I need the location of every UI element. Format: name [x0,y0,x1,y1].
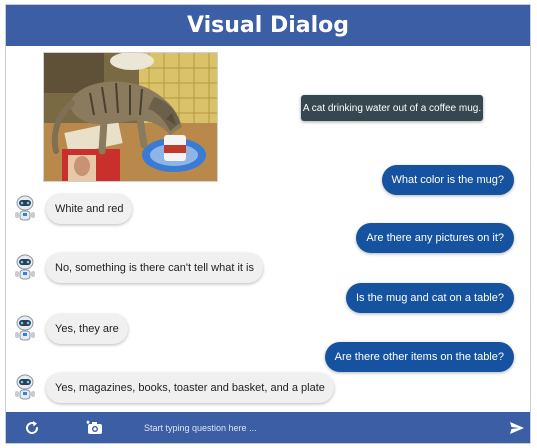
send-icon[interactable] [508,419,526,437]
question-text: Are there other items on the table? [334,351,504,363]
answer-text: Yes, magazines, books, toaster and baske… [55,382,325,394]
dialog-image [43,52,218,182]
camera-plus-icon[interactable] [86,419,104,437]
question-text: Are there any pictures on it? [366,232,504,244]
robot-icon [15,374,35,400]
answer-text: White and red [55,203,124,215]
answer-bubble: Yes, magazines, books, toaster and baske… [46,373,334,403]
caption-text: A cat drinking water out of a coffee mug… [302,102,482,114]
question-text: Is the mug and cat on a table? [356,292,504,304]
question-input[interactable] [144,418,484,438]
answer-text: No, something is there can't tell what i… [55,262,254,274]
image-caption: A cat drinking water out of a coffee mug… [301,95,483,121]
robot-icon [15,254,35,280]
question-bubble: Is the mug and cat on a table? [346,283,514,313]
question-bubble: Are there other items on the table? [324,342,514,372]
refresh-icon[interactable] [23,419,41,437]
answer-text: Yes, they are [55,323,119,335]
answer-bubble: No, something is there can't tell what i… [46,253,263,283]
question-bubble: Are there any pictures on it? [356,223,514,253]
chat-area: A cat drinking water out of a coffee mug… [6,46,530,414]
app-header: Visual Dialog [6,5,530,46]
answer-bubble: White and red [46,194,133,224]
question-text: What color is the mug? [391,174,505,186]
app-window: Visual Dialog A cat drinking water out o… [5,4,531,444]
question-bubble: What color is the mug? [381,165,514,195]
input-bar [6,412,530,443]
answer-bubble: Yes, they are [46,314,128,344]
robot-icon [15,315,35,341]
robot-icon [15,195,35,221]
app-title: Visual Dialog [186,13,350,38]
